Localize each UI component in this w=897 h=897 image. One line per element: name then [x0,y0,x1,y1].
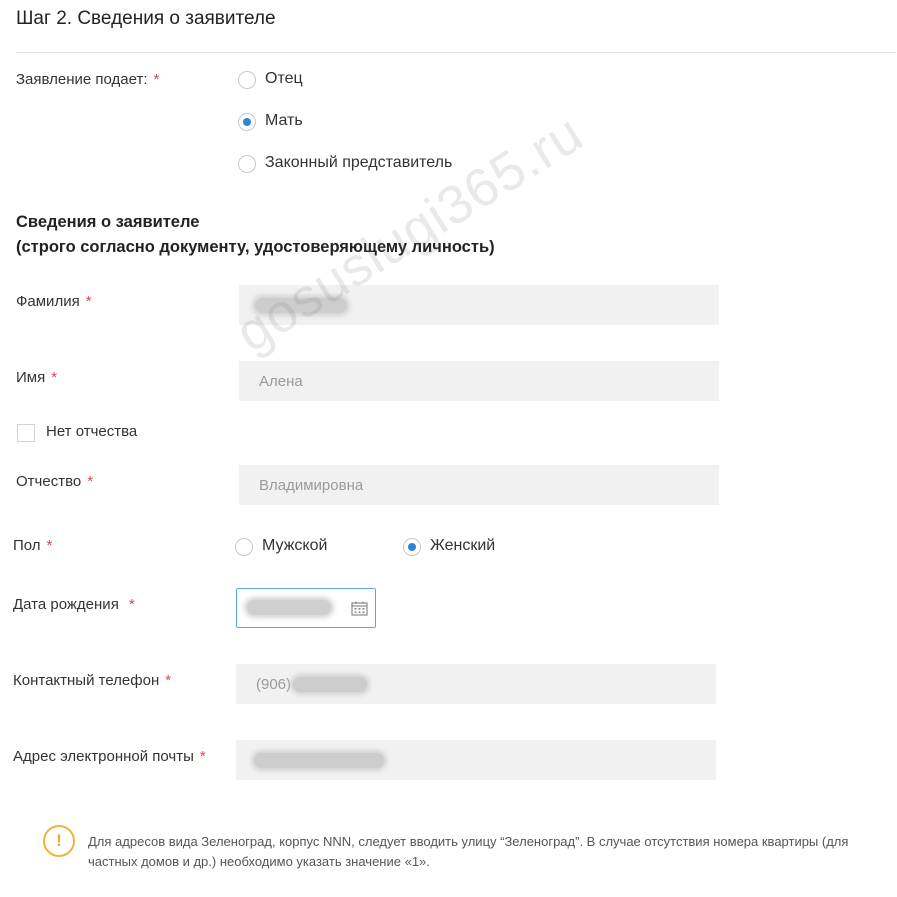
calendar-icon[interactable] [351,601,368,616]
required-mark: * [85,293,92,310]
divider [16,52,896,53]
patronymic-label: Отчество * [16,473,93,490]
email-field[interactable] [236,740,716,780]
name-label: Имя * [16,369,57,386]
section-title: Сведения о заявителе (строго согласно до… [16,210,495,260]
radio-male[interactable] [235,538,253,556]
required-mark: * [165,672,172,689]
email-label: Адрес электронной почты * [13,748,206,765]
required-mark: * [199,748,206,765]
surname-label: Фамилия * [16,293,92,310]
surname-label-text: Фамилия [16,293,80,310]
radio-mother[interactable] [238,113,256,131]
phone-label: Контактный телефон * [13,672,171,689]
name-value: Алена [259,372,303,390]
radio-legal-rep[interactable] [238,155,256,173]
redacted-value [254,752,384,768]
required-mark: * [128,596,135,613]
radio-female-label[interactable]: Женский [430,537,495,555]
radio-female[interactable] [403,538,421,556]
no-patronymic-label[interactable]: Нет отчества [46,423,137,440]
birth-date-label: Дата рождения * [13,596,135,613]
radio-mother-label[interactable]: Мать [265,112,303,130]
redacted-value [293,676,368,692]
patronymic-value: Владимировна [259,476,364,494]
section-title-line2: (строго согласно документу, удостоверяющ… [16,238,495,256]
name-label-text: Имя [16,369,46,386]
radio-selected-dot [408,543,416,551]
birth-date-label-text: Дата рождения [13,596,119,613]
email-label-text: Адрес электронной почты [13,748,194,765]
radio-male-label[interactable]: Мужской [262,537,327,555]
no-patronymic-checkbox[interactable] [17,424,35,442]
radio-father-label[interactable]: Отец [265,70,303,88]
phone-field[interactable]: (906) [236,664,716,704]
phone-value: (906) [256,675,292,693]
gender-label-text: Пол [13,537,41,554]
patronymic-label-text: Отчество [16,473,82,490]
step-title: Шаг 2. Сведения о заявителе [16,8,276,29]
surname-field[interactable] [239,285,719,325]
applicant-label-text: Заявление подает: [16,71,148,88]
required-mark: * [46,537,53,554]
patronymic-field[interactable]: Владимировна [239,465,719,505]
warning-icon: ! [43,825,75,857]
gender-label: Пол * [13,537,52,554]
required-mark: * [153,71,160,88]
required-mark: * [51,369,58,386]
required-mark: * [87,473,94,490]
redacted-value [255,297,347,313]
phone-label-text: Контактный телефон [13,672,160,689]
address-note: Для адресов вида Зеленоград, корпус NNN,… [88,834,849,869]
radio-father[interactable] [238,71,256,89]
applicant-label: Заявление подает: * [16,71,159,88]
radio-legal-rep-label[interactable]: Законный представитель [265,154,452,172]
radio-selected-dot [243,118,251,126]
redacted-value [247,600,331,615]
section-title-line1: Сведения о заявителе [16,213,200,231]
name-field[interactable]: Алена [239,361,719,401]
